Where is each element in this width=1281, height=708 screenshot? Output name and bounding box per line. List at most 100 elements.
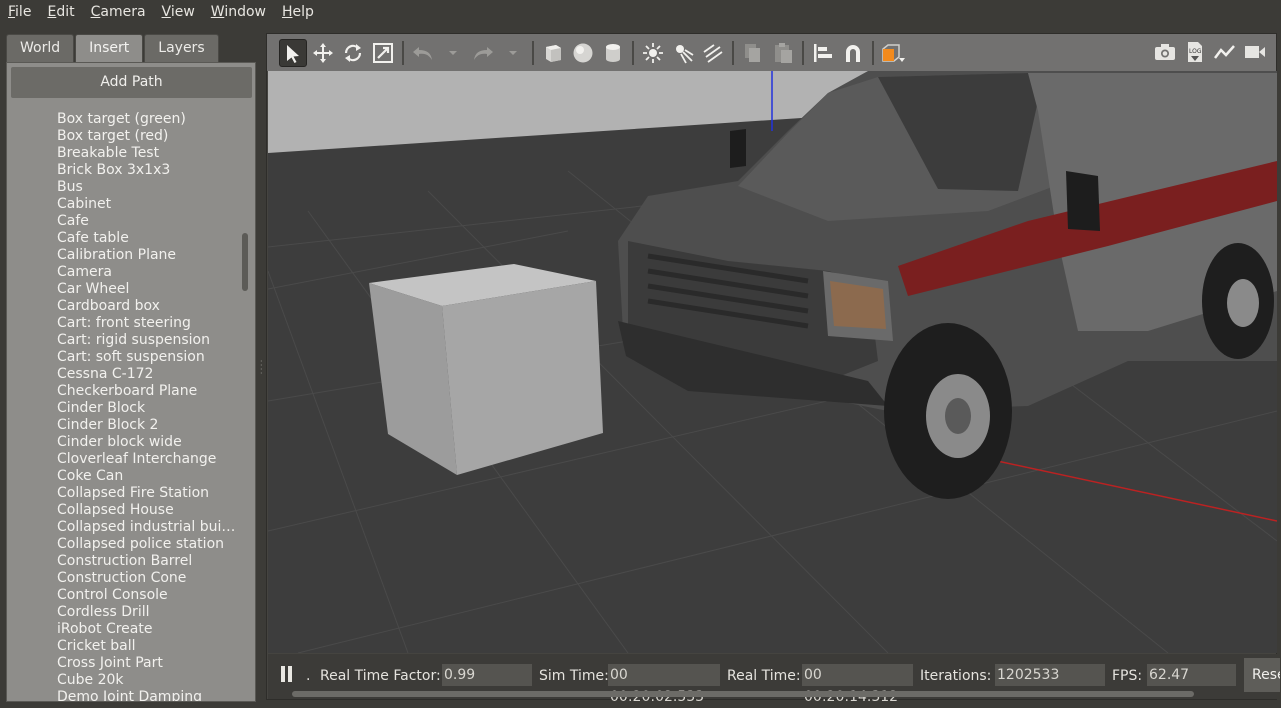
model-list-item[interactable]: Checkerboard Plane — [57, 383, 239, 400]
box-shape-icon[interactable] — [539, 39, 567, 67]
sim-time-label: Sim Time: — [539, 668, 609, 684]
model-list-item[interactable]: Cricket ball — [57, 638, 239, 655]
model-list-item[interactable]: Cardboard box — [57, 298, 239, 315]
model-list-item[interactable]: Cabinet — [57, 196, 239, 213]
toolbar-separator — [532, 40, 534, 65]
model-list-item[interactable]: Cube 20k — [57, 672, 239, 689]
toolbar-separator — [802, 40, 804, 65]
model-list-item[interactable]: Cafe table — [57, 230, 239, 247]
model-list-item[interactable]: Cordless Drill — [57, 604, 239, 621]
pause-icon[interactable] — [279, 666, 295, 684]
rotate-icon[interactable] — [339, 39, 367, 67]
left-panel: World Insert Layers Add Path Box target … — [6, 34, 256, 702]
undo-history-icon[interactable] — [439, 39, 467, 67]
plot-icon[interactable] — [1211, 38, 1239, 66]
model-list-item[interactable]: Cessna C-172 — [57, 366, 239, 383]
log-icon[interactable]: LOG — [1181, 38, 1209, 66]
spot-light-icon[interactable] — [669, 39, 697, 67]
menu-edit[interactable]: Edit — [39, 0, 82, 24]
fps-value: 62.47 — [1147, 664, 1236, 686]
tab-layers[interactable]: Layers — [144, 34, 219, 62]
fps-label: FPS: — [1112, 668, 1143, 684]
insert-tab-body: Add Path Box target (green) Box target (r… — [6, 62, 256, 702]
model-list-item[interactable]: Cinder Block 2 — [57, 417, 239, 434]
undo-icon[interactable] — [409, 39, 437, 67]
snap-icon[interactable] — [839, 39, 867, 67]
copy-icon[interactable] — [739, 39, 767, 67]
menu-window[interactable]: Window — [203, 0, 274, 24]
simulation-status-bar: . Real Time Factor: 0.99 Sim Time: 00 00… — [268, 654, 1280, 705]
model-list-item[interactable]: Cinder block wide — [57, 434, 239, 451]
status-bar-scrollbar[interactable] — [292, 691, 1194, 697]
model-list-item[interactable]: Construction Barrel — [57, 553, 239, 570]
translate-icon[interactable] — [309, 39, 337, 67]
model-list-item[interactable]: Collapsed industrial building — [57, 519, 239, 536]
toolbar-separator — [402, 40, 404, 65]
toolbar-separator — [732, 40, 734, 65]
record-video-icon[interactable] — [1241, 38, 1269, 66]
cylinder-shape-icon[interactable] — [599, 39, 627, 67]
menu-view[interactable]: View — [154, 0, 203, 24]
tab-world[interactable]: World — [6, 34, 75, 62]
real-time-label: Real Time: — [727, 668, 801, 684]
model-list-item[interactable]: Control Console — [57, 587, 239, 604]
sim-time-value: 00 00:20:02.533 — [608, 664, 720, 705]
model-list-item[interactable]: Construction Cone — [57, 570, 239, 587]
model-list-item[interactable]: Brick Box 3x1x3 — [57, 162, 239, 179]
directional-light-icon[interactable] — [699, 39, 727, 67]
model-list-item[interactable]: Collapsed Fire Station — [57, 485, 239, 502]
model-list-item[interactable]: Cinder Block — [57, 400, 239, 417]
menu-bar: File Edit Camera View Window Help — [0, 0, 1281, 24]
scene-render — [268, 71, 1277, 653]
model-list-item[interactable]: Collapsed House — [57, 502, 239, 519]
model-list-item[interactable]: Car Wheel — [57, 281, 239, 298]
real-time-value: 00 00:20:14.312 — [802, 664, 913, 705]
log-icon-text: LOG — [1189, 48, 1202, 55]
model-list-item[interactable]: Camera — [57, 264, 239, 281]
model-list-item[interactable]: Bus — [57, 179, 239, 196]
step-button[interactable]: . — [306, 665, 310, 687]
menu-file[interactable]: File — [0, 0, 39, 24]
scene-toolbar: LOG — [267, 34, 1276, 71]
panel-splitter[interactable]: · · · · — [260, 358, 263, 378]
model-list: Box target (green) Box target (red) Breaka… — [57, 111, 239, 701]
sphere-shape-icon[interactable] — [569, 39, 597, 67]
menu-camera[interactable]: Camera — [83, 0, 154, 24]
select-arrow-icon[interactable] — [279, 38, 307, 67]
iterations-label: Iterations: — [920, 668, 992, 684]
model-list-item[interactable]: Breakable Test — [57, 145, 239, 162]
model-list-item[interactable]: Cart: rigid suspension — [57, 332, 239, 349]
model-list-item[interactable]: Cafe — [57, 213, 239, 230]
model-list-item[interactable]: Cart: front steering — [57, 315, 239, 332]
align-icon[interactable] — [809, 39, 837, 67]
point-light-icon[interactable] — [639, 39, 667, 67]
redo-icon[interactable] — [469, 39, 497, 67]
toolbar-separator — [872, 40, 874, 65]
viewport: LOG . Real Time Factor: 0.99 Sim Time: 0… — [266, 33, 1280, 705]
iterations-value: 1202533 — [995, 664, 1105, 686]
model-list-item[interactable]: Calibration Plane — [57, 247, 239, 264]
model-list-scrollbar[interactable] — [242, 233, 248, 291]
model-list-item[interactable]: Collapsed police station — [57, 536, 239, 553]
model-list-item[interactable]: Coke Can — [57, 468, 239, 485]
model-list-item[interactable]: Cloverleaf Interchange — [57, 451, 239, 468]
toolbar-separator — [632, 40, 634, 65]
model-list-item[interactable]: Box target (red) — [57, 128, 239, 145]
view-angle-icon[interactable] — [879, 39, 907, 67]
tab-insert[interactable]: Insert — [75, 34, 144, 62]
model-list-item[interactable]: Cart: soft suspension — [57, 349, 239, 366]
model-list-item[interactable]: iRobot Create — [57, 621, 239, 638]
3d-scene-view[interactable] — [268, 71, 1277, 653]
model-list-item[interactable]: Box target (green) — [57, 111, 239, 128]
add-path-button[interactable]: Add Path — [11, 67, 252, 98]
model-list-item[interactable]: Cross Joint Part — [57, 655, 239, 672]
toolbar-right: LOG — [1150, 38, 1270, 66]
reset-time-button[interactable]: Reset — [1244, 658, 1280, 692]
paste-icon[interactable] — [769, 39, 797, 67]
menu-help[interactable]: Help — [274, 0, 322, 24]
rtf-label: Real Time Factor: — [320, 668, 441, 684]
model-list-item[interactable]: Demo Joint Damping — [57, 689, 239, 701]
screenshot-icon[interactable] — [1151, 38, 1179, 66]
redo-history-icon[interactable] — [499, 39, 527, 67]
scale-icon[interactable] — [369, 39, 397, 67]
